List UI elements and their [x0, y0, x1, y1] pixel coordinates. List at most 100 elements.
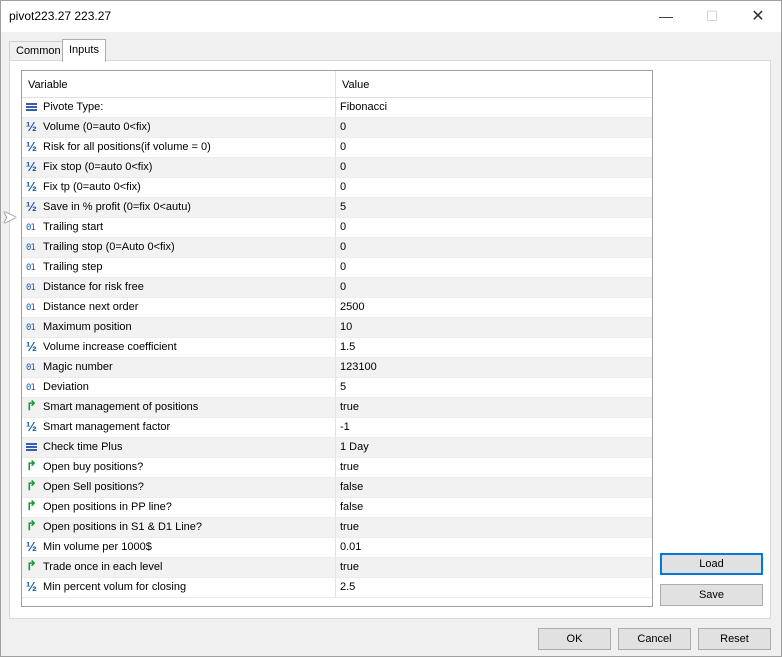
- table-row[interactable]: 01 Magic number 123100: [22, 358, 652, 378]
- column-divider[interactable]: [335, 71, 336, 97]
- window-title: pivot223.27 223.27: [9, 9, 112, 23]
- integer-icon: 01: [26, 263, 36, 273]
- boolean-icon: ↱: [26, 398, 37, 413]
- variable-value[interactable]: 0: [340, 221, 346, 233]
- save-button[interactable]: Save: [660, 584, 763, 606]
- table-row[interactable]: ½ Smart management factor -1: [22, 418, 652, 438]
- column-divider: [335, 518, 336, 538]
- column-header-variable[interactable]: Variable: [28, 79, 68, 91]
- table-row[interactable]: 01 Deviation 5: [22, 378, 652, 398]
- title-bar[interactable]: pivot223.27 223.27 — ☐ ✕: [1, 1, 781, 32]
- integer-icon: 01: [26, 363, 36, 373]
- variable-value[interactable]: 0.01: [340, 541, 361, 553]
- variable-value[interactable]: 2.5: [340, 581, 355, 593]
- column-divider: [335, 418, 336, 438]
- variable-value[interactable]: true: [340, 561, 359, 573]
- variable-value[interactable]: 0: [340, 121, 346, 133]
- variable-name: Trailing start: [43, 221, 104, 233]
- fraction-icon: ½: [26, 159, 37, 174]
- table-row[interactable]: ½ Fix tp (0=auto 0<fix) 0: [22, 178, 652, 198]
- column-divider: [335, 178, 336, 198]
- variable-name: Fix tp (0=auto 0<fix): [43, 181, 141, 193]
- variable-name: Distance next order: [43, 301, 139, 313]
- table-row[interactable]: 01 Distance next order 2500: [22, 298, 652, 318]
- tab-common[interactable]: Common: [9, 41, 68, 61]
- variable-value[interactable]: true: [340, 461, 359, 473]
- variable-value[interactable]: 5: [340, 201, 346, 213]
- variable-name: Trade once in each level: [43, 561, 163, 573]
- table-row[interactable]: ½ Fix stop (0=auto 0<fix) 0: [22, 158, 652, 178]
- variable-value[interactable]: 5: [340, 381, 346, 393]
- variable-value[interactable]: Fibonacci: [340, 101, 387, 113]
- column-divider: [335, 478, 336, 498]
- column-divider: [335, 538, 336, 558]
- table-row[interactable]: ↱ Smart management of positions true: [22, 398, 652, 418]
- table-row[interactable]: ½ Risk for all positions(if volume = 0) 0: [22, 138, 652, 158]
- ok-button[interactable]: OK: [538, 628, 611, 650]
- fraction-icon: ½: [26, 539, 37, 554]
- variable-name: Open positions in PP line?: [43, 501, 172, 513]
- variable-value[interactable]: -1: [340, 421, 350, 433]
- table-row[interactable]: 01 Trailing start 0: [22, 218, 652, 238]
- load-button[interactable]: Load: [660, 553, 763, 575]
- variable-value[interactable]: false: [340, 481, 363, 493]
- column-header-value[interactable]: Value: [342, 79, 369, 91]
- table-row[interactable]: ↱ Trade once in each level true: [22, 558, 652, 578]
- variable-value[interactable]: 0: [340, 161, 346, 173]
- variable-value[interactable]: true: [340, 401, 359, 413]
- variable-value[interactable]: 0: [340, 281, 346, 293]
- boolean-icon: ↱: [26, 518, 37, 533]
- variable-value[interactable]: 123100: [340, 361, 377, 373]
- table-row[interactable]: Check time Plus 1 Day: [22, 438, 652, 458]
- maximize-icon[interactable]: ☐: [689, 1, 735, 32]
- variable-value[interactable]: 2500: [340, 301, 364, 313]
- variable-value[interactable]: 0: [340, 241, 346, 253]
- column-divider: [335, 498, 336, 518]
- variable-name: Distance for risk free: [43, 281, 144, 293]
- variable-value[interactable]: 0: [340, 141, 346, 153]
- variable-name: Check time Plus: [43, 441, 123, 453]
- variable-value[interactable]: 1.5: [340, 341, 355, 353]
- minimize-icon[interactable]: —: [643, 1, 689, 32]
- variable-value[interactable]: true: [340, 521, 359, 533]
- inputs-panel: Variable Value Pivote Type: Fibonacci ½ Vol…: [9, 60, 771, 619]
- table-row[interactable]: ½ Volume increase coefficient 1.5: [22, 338, 652, 358]
- table-row[interactable]: ↱ Open Sell positions? false: [22, 478, 652, 498]
- variable-value[interactable]: 10: [340, 321, 352, 333]
- table-row[interactable]: ½ Volume (0=auto 0<fix) 0: [22, 118, 652, 138]
- close-icon[interactable]: ✕: [735, 1, 781, 32]
- fraction-icon: ½: [26, 139, 37, 154]
- table-row[interactable]: ↱ Open buy positions? true: [22, 458, 652, 478]
- variable-name: Smart management of positions: [43, 401, 199, 413]
- variable-name: Trailing stop (0=Auto 0<fix): [43, 241, 175, 253]
- integer-icon: 01: [26, 223, 36, 233]
- column-divider: [335, 258, 336, 278]
- table-row[interactable]: 01 Trailing step 0: [22, 258, 652, 278]
- boolean-icon: ↱: [26, 498, 37, 513]
- column-divider: [335, 338, 336, 358]
- fraction-icon: ½: [26, 579, 37, 594]
- variable-value[interactable]: false: [340, 501, 363, 513]
- table-row[interactable]: ½ Min volume per 1000$ 0.01: [22, 538, 652, 558]
- integer-icon: 01: [26, 323, 36, 333]
- table-row[interactable]: 01 Distance for risk free 0: [22, 278, 652, 298]
- tab-inputs[interactable]: Inputs: [62, 39, 106, 62]
- table-row[interactable]: ↱ Open positions in S1 & D1 Line? true: [22, 518, 652, 538]
- table-row[interactable]: 01 Trailing stop (0=Auto 0<fix) 0: [22, 238, 652, 258]
- reset-button[interactable]: Reset: [698, 628, 771, 650]
- variable-value[interactable]: 1 Day: [340, 441, 369, 453]
- variable-value[interactable]: 0: [340, 261, 346, 273]
- column-divider: [335, 398, 336, 418]
- table-row[interactable]: Pivote Type: Fibonacci: [22, 98, 652, 118]
- boolean-icon: ↱: [26, 478, 37, 493]
- table-row[interactable]: 01 Maximum position 10: [22, 318, 652, 338]
- column-divider: [335, 318, 336, 338]
- boolean-icon: ↱: [26, 458, 37, 473]
- variable-value[interactable]: 0: [340, 181, 346, 193]
- cancel-button[interactable]: Cancel: [618, 628, 691, 650]
- table-row[interactable]: ↱ Open positions in PP line? false: [22, 498, 652, 518]
- table-row[interactable]: ½ Min percent volum for closing 2.5: [22, 578, 652, 598]
- column-divider: [335, 238, 336, 258]
- variable-name: Deviation: [43, 381, 89, 393]
- table-row[interactable]: ½ Save in % profit (0=fix 0<autu) 5: [22, 198, 652, 218]
